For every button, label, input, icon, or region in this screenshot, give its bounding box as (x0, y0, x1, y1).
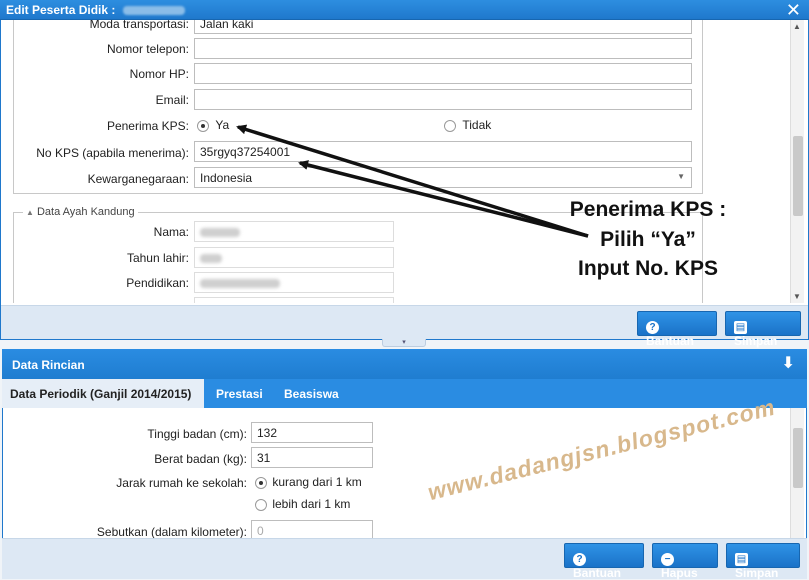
sebutkan-field[interactable]: 0 (251, 520, 373, 538)
kps-yes-radio[interactable] (197, 119, 209, 132)
window-title: Edit Peserta Didik : (6, 3, 116, 17)
no-kps-label: No KPS (apabila menerima): (36, 146, 189, 160)
detail-scrollbar-thumb[interactable] (793, 428, 803, 488)
detail-header: Data Rincian ⬇ (2, 349, 807, 379)
minus-icon: − (661, 553, 674, 566)
save-icon: ▤ (735, 553, 748, 566)
ayah-nama-label: Nama: (153, 225, 189, 239)
kewarganegaraan-label: Kewarganegaraan: (87, 172, 189, 186)
ayah-nama-field[interactable] (194, 221, 394, 242)
telepon-label: Nomor telepon: (106, 42, 189, 56)
bantuan-label: Bantuan (573, 566, 621, 580)
kps-no-option[interactable]: Tidak (444, 118, 491, 132)
form-button-bar: ?Bantuan ▤Simpan (1, 305, 808, 348)
collapse-triangle-icon[interactable]: ▲ (26, 208, 34, 217)
kps-label: Penerima KPS: (106, 119, 189, 133)
hp-label: Nomor HP: (129, 67, 189, 81)
tinggi-field[interactable]: 132 (251, 422, 373, 443)
arrow-down-icon[interactable]: ⬇ (782, 353, 795, 373)
bantuan-label: Bantuan (646, 334, 694, 348)
email-label: Email: (155, 93, 189, 107)
telepon-field[interactable] (194, 38, 692, 59)
jarak-label: Jarak rumah ke sekolah: (116, 476, 247, 490)
splitter-handle[interactable]: ▾ (382, 339, 426, 347)
ayah-pendidikan-field[interactable] (194, 272, 394, 293)
simpan-label: Simpan (734, 334, 778, 348)
sebutkan-label: Sebutkan (dalam kilometer): (96, 525, 247, 538)
moda-field[interactable]: Jalan kaki (194, 20, 692, 34)
redacted-text (200, 228, 240, 238)
scrollbar-thumb[interactable] (793, 136, 803, 216)
moda-label: Moda transportasi: (89, 20, 189, 31)
form-pane: Moda transportasi: Jalan kaki Nomor tele… (0, 20, 809, 348)
close-icon[interactable]: ✕ (786, 0, 801, 20)
jarak-option-2-label: lebih dari 1 km (272, 497, 351, 511)
save-icon: ▤ (734, 321, 747, 334)
detail-scrollbar[interactable] (790, 408, 804, 538)
chevron-down-icon[interactable]: ▼ (677, 172, 685, 181)
ayah-next-field[interactable] (194, 297, 394, 303)
no-kps-field[interactable]: 35rgyq37254001 (194, 141, 692, 162)
ayah-pendidikan-label: Pendidikan: (126, 276, 189, 290)
window-titlebar: Edit Peserta Didik : ✕ (0, 0, 809, 20)
simpan-label: Simpan (735, 566, 779, 580)
jarak-option-2[interactable]: lebih dari 1 km (255, 497, 350, 511)
student-name-redacted (122, 6, 185, 16)
email-field[interactable] (194, 89, 692, 110)
tab-beasiswa[interactable]: Beasiswa (276, 379, 347, 408)
kps-yes-label: Ya (215, 118, 230, 132)
jarak-option-1[interactable]: kurang dari 1 km (255, 475, 362, 489)
kps-no-radio[interactable] (444, 119, 456, 132)
scroll-down-icon[interactable]: ▼ (793, 292, 801, 301)
tab-data-periodik[interactable]: Data Periodik (Ganjil 2014/2015) (2, 379, 204, 408)
help-icon: ? (646, 321, 659, 334)
redacted-text (200, 279, 280, 289)
form-scrollbar[interactable]: ▲ ▼ (790, 20, 804, 303)
ayah-tahun-label: Tahun lahir: (126, 251, 189, 265)
kps-yes-option[interactable]: Ya (197, 118, 229, 132)
annotation-line-3: Input No. KPS (578, 257, 718, 280)
annotation-line-1: Penerima KPS : (569, 198, 727, 221)
ayah-legend-label: Data Ayah Kandung (36, 206, 135, 218)
simpan-button[interactable]: ▤Simpan (725, 311, 801, 348)
simpan-button-bottom[interactable]: ▤Simpan (726, 543, 800, 580)
help-icon: ? (573, 553, 586, 566)
ayah-tahun-field[interactable] (194, 247, 394, 268)
hp-field[interactable] (194, 63, 692, 84)
kewarganegaraan-select[interactable]: Indonesia ▼ (194, 167, 692, 188)
bantuan-button-bottom[interactable]: ?Bantuan (564, 543, 644, 580)
berat-field[interactable]: 31 (251, 447, 373, 468)
detail-tabs: Data Periodik (Ganjil 2014/2015) Prestas… (2, 379, 807, 408)
redacted-text (200, 254, 222, 264)
jarak-option-1-label: kurang dari 1 km (272, 475, 362, 489)
kps-no-label: Tidak (462, 118, 492, 132)
kewarganegaraan-value: Indonesia (200, 171, 253, 185)
annotation-line-2: Pilih “Ya” (600, 228, 696, 251)
ayah-legend[interactable]: ▲ Data Ayah Kandung (23, 206, 138, 218)
detail-button-bar: ?Bantuan −Hapus ▤Simpan (2, 538, 807, 580)
bantuan-button[interactable]: ?Bantuan (637, 311, 717, 348)
detail-title: Data Rincian (12, 358, 85, 372)
scroll-up-icon[interactable]: ▲ (793, 22, 801, 31)
hapus-button[interactable]: −Hapus (652, 543, 718, 580)
jarak-radio-2[interactable] (255, 498, 267, 511)
berat-label: Berat badan (kg): (154, 452, 247, 466)
tinggi-label: Tinggi badan (cm): (147, 427, 247, 441)
jarak-radio-1[interactable] (255, 476, 267, 489)
hapus-label: Hapus (661, 566, 698, 580)
tab-prestasi[interactable]: Prestasi (208, 379, 271, 408)
